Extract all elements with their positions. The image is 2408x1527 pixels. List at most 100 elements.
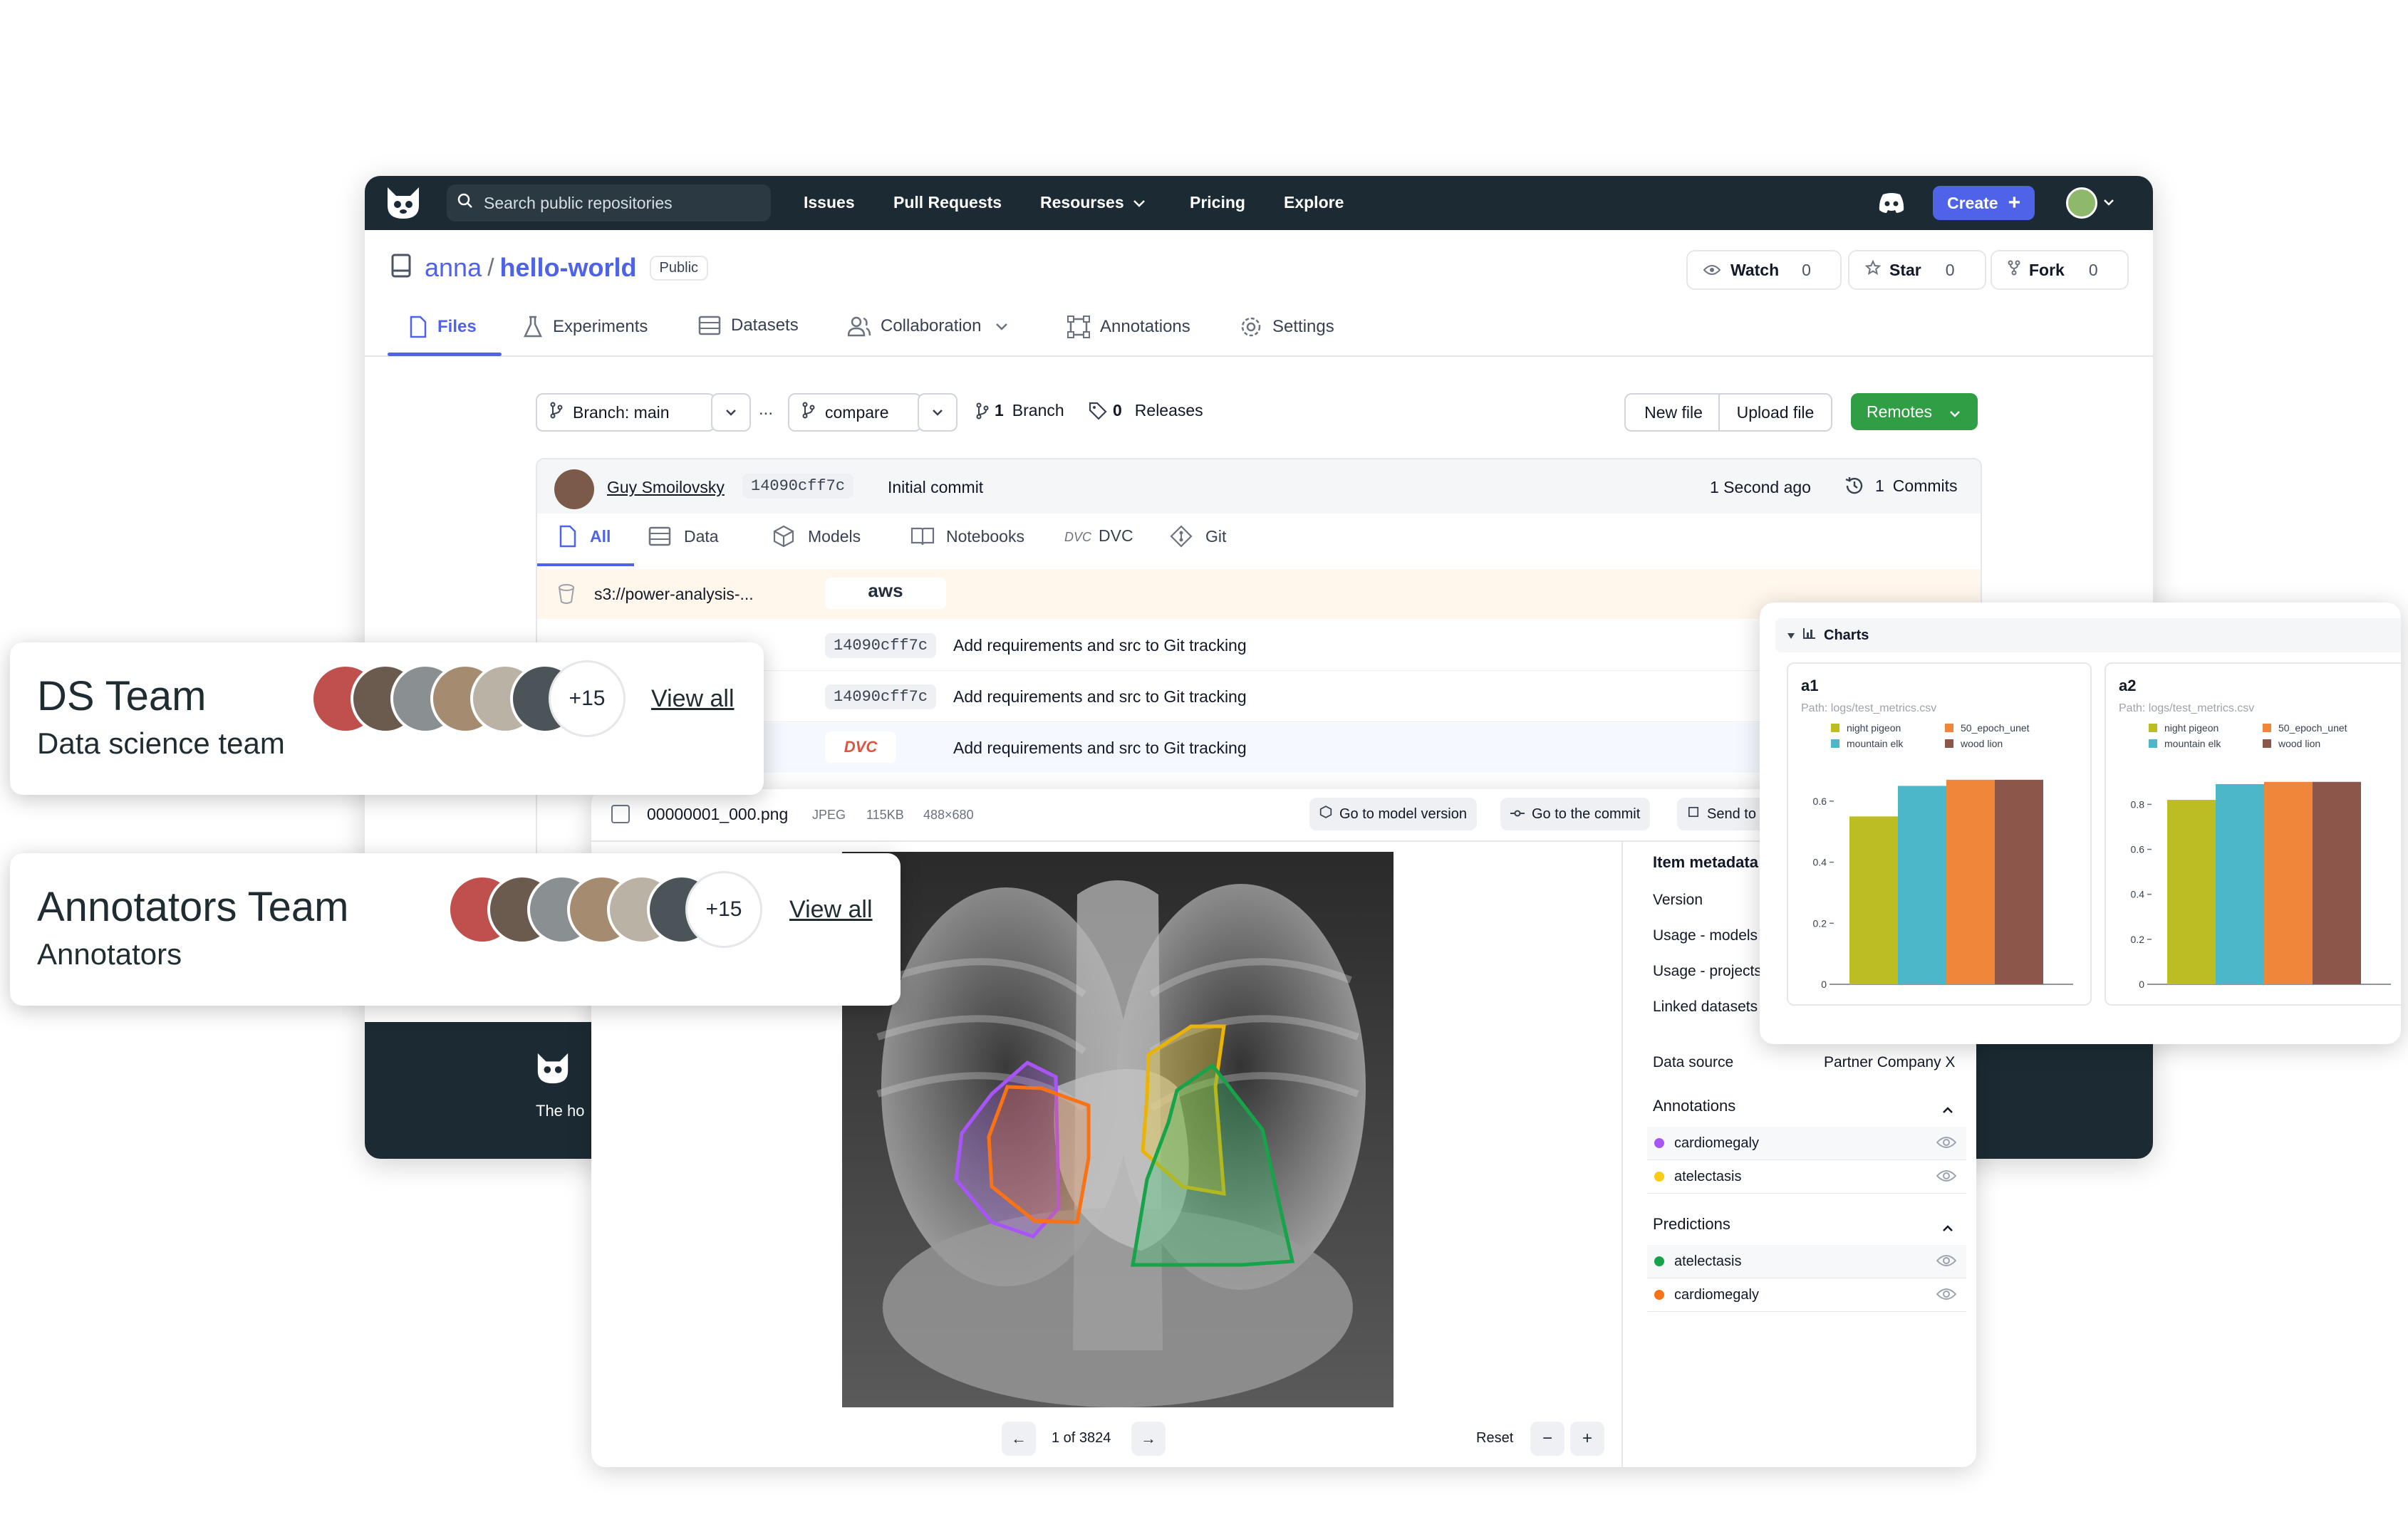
eye-icon[interactable] xyxy=(1936,1254,1957,1272)
file-tab-git-label: Git xyxy=(1205,526,1227,546)
minus-icon: − xyxy=(1542,1429,1552,1448)
charts-title: Charts xyxy=(1824,627,1869,643)
nav-pricing[interactable]: Pricing xyxy=(1190,193,1245,212)
tab-experiments[interactable]: Experiments xyxy=(523,316,648,338)
file-tab-all[interactable]: All xyxy=(559,525,611,548)
compare-button[interactable]: compare xyxy=(788,393,922,432)
list-item[interactable]: cardiomegaly xyxy=(1647,1278,1966,1312)
prev-button[interactable]: ← xyxy=(1002,1422,1036,1456)
chevron-down-icon xyxy=(2103,197,2114,209)
go-to-model-label: Go to model version xyxy=(1339,806,1467,822)
user-menu[interactable] xyxy=(2066,187,2114,219)
row-message[interactable]: Add requirements and src to Git tracking xyxy=(953,636,1247,655)
commit-hash[interactable]: 14090cff7c xyxy=(742,474,854,499)
releases-link[interactable]: 0 Releases xyxy=(1089,401,1203,420)
avatar-stack[interactable]: +15 xyxy=(447,871,782,952)
zoom-out-button[interactable]: − xyxy=(1530,1422,1564,1456)
file-tab-git[interactable]: Git xyxy=(1170,525,1226,548)
legend-swatch xyxy=(2263,739,2271,748)
commit-author-link[interactable]: Guy Smoilovsky xyxy=(607,478,725,497)
branch-dropdown-button[interactable] xyxy=(711,393,751,432)
go-to-model-button[interactable]: Go to model version xyxy=(1309,798,1477,830)
upload-file-button[interactable]: Upload file xyxy=(1718,393,1832,432)
more-members-badge[interactable]: +15 xyxy=(685,871,762,948)
repo-owner-link[interactable]: anna xyxy=(425,253,482,283)
view-all-link[interactable]: View all xyxy=(651,685,735,713)
row-message[interactable]: Add requirements and src to Git tracking xyxy=(953,739,1247,758)
label-color-dot xyxy=(1654,1290,1664,1300)
commit-message[interactable]: Initial commit xyxy=(888,478,983,497)
branches-link[interactable]: 1 Branch xyxy=(976,401,1064,420)
file-tab-models[interactable]: Models xyxy=(772,525,861,548)
list-item[interactable]: atelectasis xyxy=(1647,1245,1966,1278)
discord-icon[interactable] xyxy=(1877,192,1906,218)
nav-issues[interactable]: Issues xyxy=(804,193,855,212)
watch-button[interactable]: Watch 0 xyxy=(1686,250,1842,290)
active-tab-indicator xyxy=(388,353,502,356)
bucket-icon xyxy=(557,583,576,608)
avatar-stack[interactable]: +15 xyxy=(311,660,645,741)
repo-name-link[interactable]: hello-world xyxy=(500,253,637,283)
tab-settings-label: Settings xyxy=(1272,317,1334,336)
tab-annotations[interactable]: Annotations xyxy=(1067,316,1190,338)
create-label: Create xyxy=(1947,193,1998,212)
nav-resources-label: Resourses xyxy=(1040,193,1124,212)
row-hash[interactable]: 14090cff7c xyxy=(825,633,937,658)
tab-collaboration[interactable]: Collaboration xyxy=(848,316,1018,337)
search-input[interactable]: Search public repositories xyxy=(447,184,771,222)
reset-button[interactable]: Reset xyxy=(1476,1430,1513,1447)
file-name[interactable]: s3://power-analysis-... xyxy=(594,585,754,604)
tab-settings[interactable]: Settings xyxy=(1240,316,1334,338)
commits-link[interactable]: 1 Commits xyxy=(1844,475,1958,496)
nav-pull-requests[interactable]: Pull Requests xyxy=(893,193,1002,212)
star-button[interactable]: Star 0 xyxy=(1848,250,1986,290)
dvc-badge: DVC xyxy=(825,731,896,763)
fork-icon xyxy=(2008,260,2020,280)
tab-datasets[interactable]: Datasets xyxy=(698,316,799,335)
remotes-button[interactable]: Remotes xyxy=(1851,393,1978,430)
y-tick-label: 0.2 xyxy=(1813,917,1827,929)
aws-logo: aws xyxy=(825,578,946,609)
branch-select[interactable]: Branch: main xyxy=(536,393,715,432)
file-tab-dvc[interactable]: DVC DVC xyxy=(1064,526,1133,546)
prediction-label: atelectasis xyxy=(1674,1253,1742,1269)
nav-explore[interactable]: Explore xyxy=(1284,193,1344,212)
charts-header[interactable]: Charts xyxy=(1775,618,2401,652)
view-all-link[interactable]: View all xyxy=(789,896,873,924)
list-item[interactable]: cardiomegaly xyxy=(1647,1127,1966,1160)
bar xyxy=(2264,781,2313,984)
list-item[interactable]: atelectasis xyxy=(1647,1160,1966,1194)
row-hash[interactable]: 14090cff7c xyxy=(825,684,937,709)
fork-button[interactable]: Fork 0 xyxy=(1991,250,2129,290)
bar xyxy=(1995,779,2043,984)
file-tab-notebooks[interactable]: Notebooks xyxy=(910,526,1024,546)
select-checkbox[interactable] xyxy=(611,805,630,823)
legend-swatch xyxy=(1945,739,1953,748)
eye-icon[interactable] xyxy=(1936,1135,1957,1154)
table-icon xyxy=(698,316,721,335)
more-members-badge[interactable]: +15 xyxy=(549,660,626,737)
nav-resources[interactable]: Resourses xyxy=(1040,193,1146,212)
tab-files[interactable]: Files xyxy=(409,316,477,338)
caret-down-icon xyxy=(1787,627,1795,644)
go-to-commit-button[interactable]: Go to the commit xyxy=(1500,798,1651,830)
xray-image[interactable] xyxy=(842,852,1394,1407)
compare-dropdown-button[interactable] xyxy=(918,393,958,432)
predictions-header[interactable]: Predictions xyxy=(1653,1215,1962,1234)
create-button[interactable]: Create + xyxy=(1933,186,2035,220)
eye-icon[interactable] xyxy=(1936,1287,1957,1305)
new-file-button[interactable]: New file xyxy=(1624,393,1723,432)
zoom-in-button[interactable]: + xyxy=(1570,1422,1604,1456)
row-message[interactable]: Add requirements and src to Git tracking xyxy=(953,687,1247,707)
avatar xyxy=(554,469,594,509)
upload-file-label: Upload file xyxy=(1736,402,1815,422)
team-subtitle: Data science team xyxy=(37,726,285,760)
next-button[interactable]: → xyxy=(1131,1422,1166,1456)
file-tab-data[interactable]: Data xyxy=(648,526,719,546)
logo-icon[interactable] xyxy=(383,184,423,222)
meta-linked-datasets: Linked datasets xyxy=(1653,999,1758,1015)
annotations-header[interactable]: Annotations xyxy=(1653,1097,1962,1115)
eye-icon[interactable] xyxy=(1936,1169,1957,1187)
team-title: DS Team xyxy=(37,673,207,719)
prediction-label: cardiomegaly xyxy=(1674,1286,1759,1303)
